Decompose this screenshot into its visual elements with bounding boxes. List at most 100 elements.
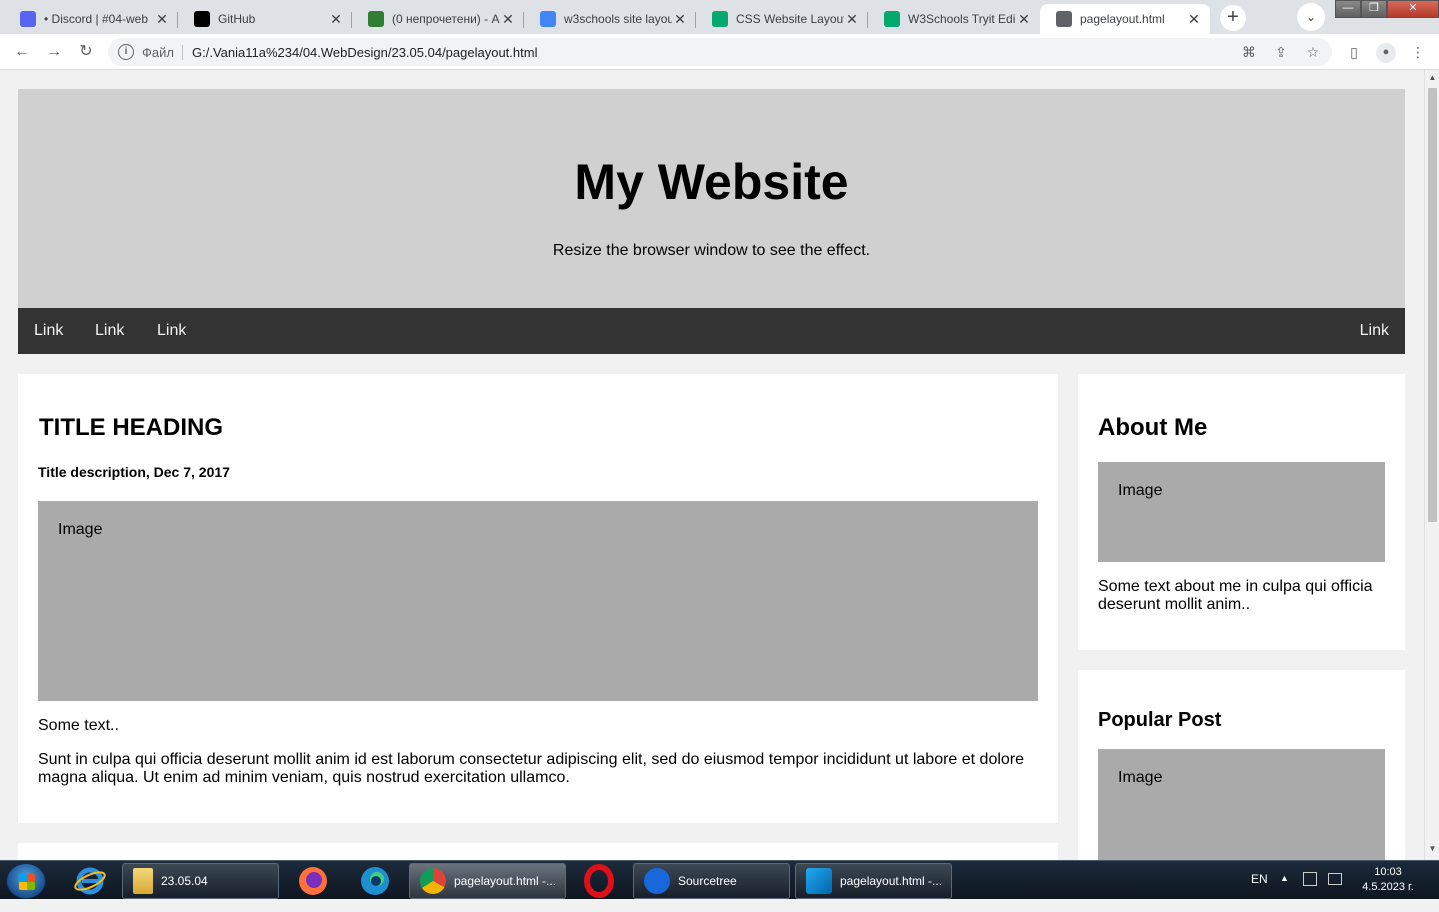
scroll-up-arrow-icon[interactable]: ▲	[1428, 73, 1437, 82]
taskbar-item-vscode[interactable]: pagelayout.html -...	[795, 863, 952, 899]
browser-tab[interactable]: W3Schools Tryit Edi ✕	[868, 4, 1040, 34]
browser-menu-icon[interactable]: ⋮	[1409, 43, 1427, 61]
start-button[interactable]	[6, 863, 46, 899]
home-icon	[368, 11, 384, 27]
site-header: My Website Resize the browser window to …	[18, 89, 1405, 308]
internet-explorer-icon[interactable]	[66, 864, 114, 898]
chrome-icon	[420, 868, 446, 894]
article-text-long: Sunt in culpa qui officia deserunt molli…	[38, 751, 1025, 786]
taskbar-item-label: 23.05.04	[161, 874, 208, 888]
taskbar-item-label: Sourcetree	[678, 874, 737, 888]
address-url[interactable]: G:/.Vania11a%234/04.WebDesign/23.05.04/p…	[192, 45, 537, 60]
tab-close-icon[interactable]: ✕	[1016, 11, 1032, 28]
system-clock[interactable]: 10:03 4.5.2023 г.	[1356, 865, 1420, 895]
address-scheme-label: Файл	[142, 45, 174, 60]
browser-tab[interactable]: GitHub ✕	[178, 4, 352, 34]
tab-title: pagelayout.html	[1080, 12, 1165, 26]
browser-tab[interactable]: pagelayout.html ✕	[1040, 4, 1210, 34]
article-description: Title description, Dec 7, 2017	[38, 464, 230, 480]
windows-taskbar: 23.05.04 pagelayout.html -... Sourcetree…	[0, 860, 1439, 899]
taskbar-item-sourcetree[interactable]: Sourcetree	[633, 863, 790, 899]
tab-search-button[interactable]: ⌄	[1297, 3, 1325, 31]
address-divider	[182, 45, 183, 60]
tab-close-icon[interactable]: ✕	[844, 11, 860, 28]
taskbar-item-label: pagelayout.html -...	[454, 874, 557, 888]
second-article-card	[18, 843, 1058, 860]
profile-icon[interactable]: ●	[1376, 43, 1396, 63]
nav-link-1[interactable]: Link	[34, 322, 63, 340]
tab-close-icon[interactable]: ✕	[1186, 11, 1202, 28]
article-text-short: Some text..	[38, 717, 119, 734]
tab-title: W3Schools Tryit Edi	[908, 12, 1016, 26]
browser-tab[interactable]: • Discord | #04-web ✕	[4, 4, 178, 34]
edge-icon[interactable]	[351, 864, 399, 898]
tab-title: (0 непрочетени) - A	[392, 12, 500, 26]
clock-time: 10:03	[1374, 866, 1402, 878]
scroll-thumb[interactable]	[1428, 88, 1437, 522]
address-bar[interactable]: i Файл G:/.Vania11a%234/04.WebDesign/23.…	[108, 38, 1332, 66]
browser-tab[interactable]: w3schools site layou ✕	[524, 4, 696, 34]
reload-icon[interactable]: ↻	[74, 40, 98, 64]
vscode-icon	[806, 868, 832, 894]
taskbar-item-folder[interactable]: 23.05.04	[122, 863, 279, 899]
about-text: Some text about me in culpa qui officia …	[1098, 578, 1373, 613]
opera-icon[interactable]	[575, 864, 623, 898]
share-icon[interactable]: ⇪	[1272, 43, 1290, 61]
forward-icon[interactable]: →	[42, 40, 66, 64]
clock-date: 4.5.2023 г.	[1362, 881, 1414, 893]
close-window-button[interactable]: ✕	[1387, 0, 1439, 18]
tray-expand-icon[interactable]: ▲	[1280, 873, 1289, 912]
nav-link-right[interactable]: Link	[1360, 322, 1389, 340]
image-label: Image	[1118, 482, 1163, 499]
sourcetree-icon	[644, 868, 670, 894]
tab-close-icon[interactable]: ✕	[328, 11, 344, 28]
nav-link-2[interactable]: Link	[95, 322, 124, 340]
tab-title: GitHub	[218, 12, 256, 26]
browser-toolbar: ← → ↻ i Файл G:/.Vania11a%234/04.WebDesi…	[0, 34, 1439, 70]
top-navigation: Link Link Link Link	[18, 308, 1405, 354]
site-title: My Website	[574, 154, 849, 210]
about-image-placeholder: Image	[1098, 462, 1385, 562]
image-label: Image	[58, 521, 103, 538]
language-indicator[interactable]: EN	[1251, 872, 1268, 911]
popular-heading: Popular Post	[1098, 709, 1222, 731]
article-heading: TITLE HEADING	[39, 414, 223, 441]
folder-icon	[133, 868, 153, 894]
w3schools-icon	[884, 11, 900, 27]
site-info-icon[interactable]: i	[118, 44, 134, 60]
network-icon[interactable]	[1303, 872, 1317, 886]
tab-close-icon[interactable]: ✕	[154, 11, 170, 28]
google-icon	[540, 11, 556, 27]
image-label: Image	[1118, 769, 1163, 786]
tab-title: CSS Website Layout	[736, 12, 844, 26]
about-me-card: About Me Image Some text about me in cul…	[1078, 374, 1405, 650]
new-tab-button[interactable]: +	[1220, 5, 1246, 31]
discord-icon	[20, 11, 36, 27]
back-icon[interactable]: ←	[10, 40, 34, 64]
firefox-icon[interactable]	[289, 864, 337, 898]
popular-image-placeholder: Image	[1098, 749, 1385, 860]
scroll-down-arrow-icon[interactable]: ▼	[1428, 844, 1437, 853]
nav-link-3[interactable]: Link	[157, 322, 186, 340]
browser-tab[interactable]: CSS Website Layout ✕	[696, 4, 868, 34]
main-article-card: TITLE HEADING Title description, Dec 7, …	[18, 374, 1058, 823]
side-panel-icon[interactable]: ▯	[1345, 43, 1363, 61]
globe-icon	[1056, 11, 1072, 27]
w3schools-icon	[712, 11, 728, 27]
bookmark-star-icon[interactable]: ☆	[1304, 43, 1322, 61]
site-subtitle: Resize the browser window to see the eff…	[552, 242, 871, 259]
browser-tab-strip: • Discord | #04-web ✕ GitHub ✕ (0 непрочетен…	[0, 0, 1439, 34]
browser-tab[interactable]: (0 непрочетени) - A ✕	[352, 4, 524, 34]
page-viewport: My Website Resize the browser window to …	[0, 70, 1424, 860]
minimize-button[interactable]: —	[1335, 0, 1361, 18]
page-scrollbar[interactable]: ▲ ▼	[1424, 70, 1439, 860]
taskbar-item-chrome[interactable]: pagelayout.html -...	[409, 863, 566, 899]
tab-close-icon[interactable]: ✕	[672, 11, 688, 28]
translate-icon[interactable]: ⌘	[1240, 43, 1258, 61]
window-controls: — ❐ ✕	[1335, 0, 1439, 18]
tab-close-icon[interactable]: ✕	[500, 11, 516, 28]
taskbar-item-label: pagelayout.html -...	[840, 874, 943, 888]
maximize-button[interactable]: ❐	[1361, 0, 1387, 18]
action-center-icon[interactable]	[1328, 873, 1342, 885]
github-icon	[194, 11, 210, 27]
